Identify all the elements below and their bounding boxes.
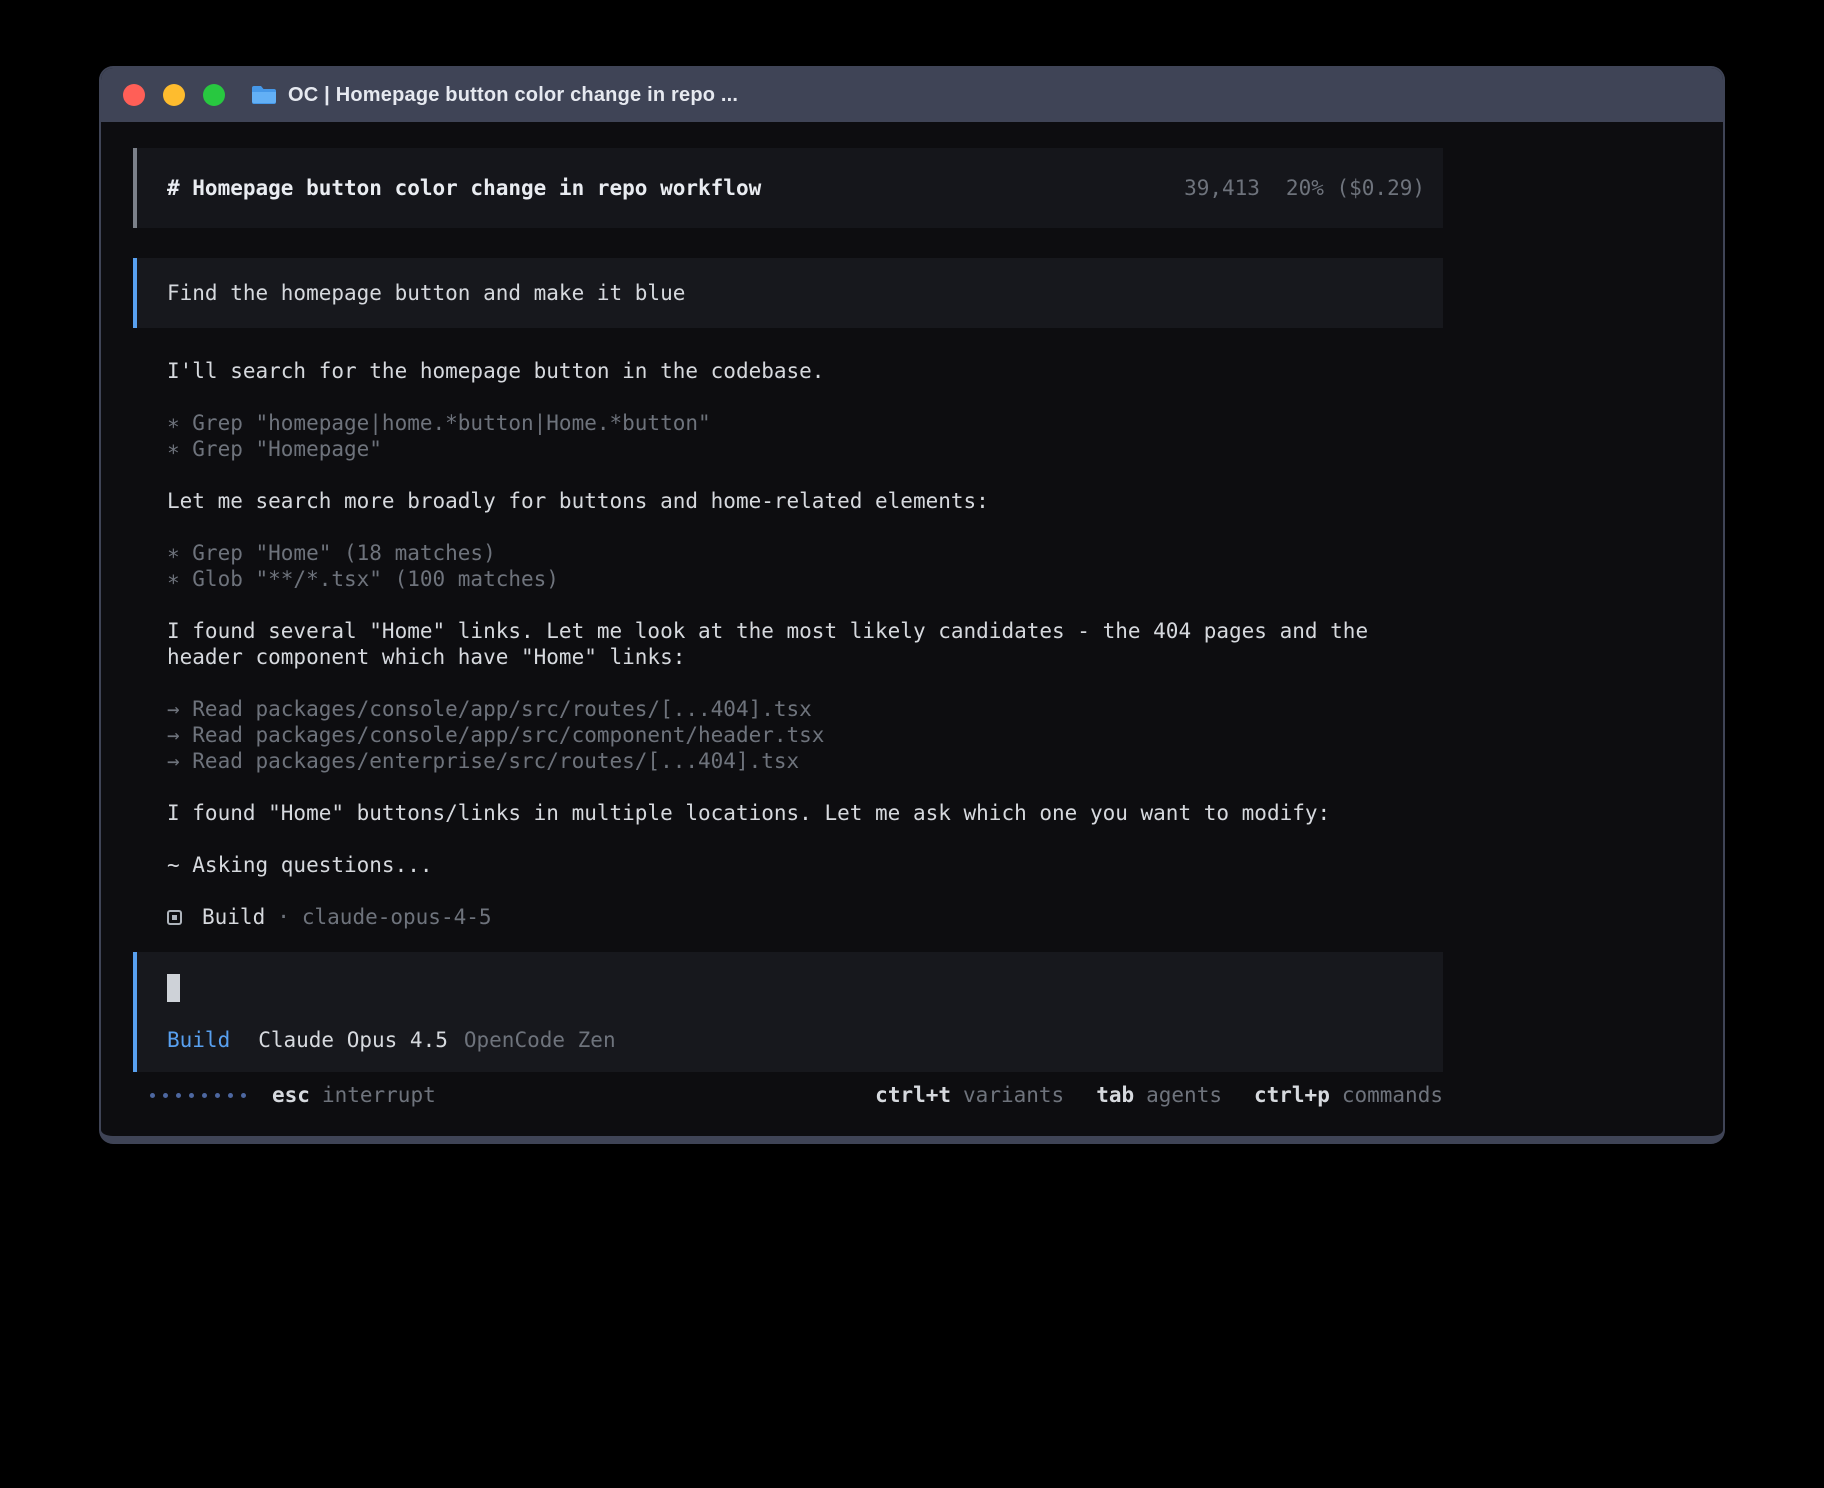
spinner-dot xyxy=(241,1093,246,1098)
spinner-dot xyxy=(215,1093,220,1098)
input-agent-label[interactable]: Build xyxy=(167,1027,230,1053)
tool-call: → Read packages/console/app/src/routes/[… xyxy=(167,696,1443,722)
user-message: Find the homepage button and make it blu… xyxy=(133,258,1443,328)
key-ctrl-t: ctrl+t xyxy=(875,1083,951,1107)
tool-call: → Read packages/enterprise/src/routes/[.… xyxy=(167,748,1443,774)
text-cursor xyxy=(167,974,180,1002)
agent-name: Build xyxy=(202,904,265,930)
assistant-message: I found "Home" buttons/links in multiple… xyxy=(167,800,1443,826)
assistant-text: I found "Home" buttons/links in multiple… xyxy=(167,800,1443,826)
agent-square-icon xyxy=(167,910,182,925)
spinner-dot xyxy=(228,1093,233,1098)
minimize-button[interactable] xyxy=(163,84,185,106)
close-button[interactable] xyxy=(123,84,145,106)
token-count: 39,413 xyxy=(1184,176,1260,200)
right-hints: ctrl+t variants tab agents ctrl+p comman… xyxy=(875,1083,1443,1107)
hint-interrupt: esc interrupt xyxy=(272,1083,436,1107)
spinner-dot xyxy=(150,1093,155,1098)
tool-call-group: → Read packages/console/app/src/routes/[… xyxy=(167,696,1443,774)
tool-call-group: ∗ Grep "homepage|home.*button|Home.*butt… xyxy=(167,410,1443,462)
assistant-text: Let me search more broadly for buttons a… xyxy=(167,488,1443,514)
terminal-window: OC | Homepage button color change in rep… xyxy=(99,66,1725,1144)
spinner-dot xyxy=(163,1093,168,1098)
spinner-dot xyxy=(189,1093,194,1098)
user-message-text: Find the homepage button and make it blu… xyxy=(167,281,685,305)
input-status-row: Build Claude Opus 4.5 OpenCode Zen xyxy=(167,1027,1413,1053)
zoom-button[interactable] xyxy=(203,84,225,106)
tool-call-group: ∗ Grep "Home" (18 matches) ∗ Glob "**/*.… xyxy=(167,540,1443,592)
tool-call: ∗ Grep "Homepage" xyxy=(167,436,1443,462)
assistant-message: I found several "Home" links. Let me loo… xyxy=(167,618,1443,670)
separator-dot: · xyxy=(277,904,290,930)
folder-icon xyxy=(251,85,277,105)
key-esc: esc xyxy=(272,1083,310,1107)
tool-call: ∗ Grep "Home" (18 matches) xyxy=(167,540,1443,566)
spinner-dot xyxy=(202,1093,207,1098)
tool-call: → Read packages/console/app/src/componen… xyxy=(167,722,1443,748)
assistant-text: I found several "Home" links. Let me loo… xyxy=(167,618,1443,670)
input-model-label: Claude Opus 4.5 xyxy=(258,1027,448,1053)
hint-agents: tab agents xyxy=(1096,1083,1222,1107)
tool-call: ∗ Glob "**/*.tsx" (100 matches) xyxy=(167,566,1443,592)
desktop-background: OC | Homepage button color change in rep… xyxy=(0,0,1824,1488)
assistant-message: Let me search more broadly for buttons a… xyxy=(167,488,1443,514)
context-usage: 20% ($0.29) xyxy=(1286,176,1425,200)
session-header: # Homepage button color change in repo w… xyxy=(133,148,1443,228)
assistant-message: I'll search for the homepage button in t… xyxy=(167,358,1443,384)
session-stats: 39,413 20% ($0.29) xyxy=(1184,176,1425,200)
key-tab: tab xyxy=(1096,1083,1134,1107)
hint-label: variants xyxy=(963,1083,1064,1107)
terminal-content: # Homepage button color change in repo w… xyxy=(101,122,1723,1108)
titlebar[interactable]: OC | Homepage button color change in rep… xyxy=(101,68,1723,122)
input-provider-label: OpenCode Zen xyxy=(464,1027,616,1053)
model-name: claude-opus-4-5 xyxy=(302,904,492,930)
hint-label: agents xyxy=(1146,1083,1222,1107)
hint-label: commands xyxy=(1342,1083,1443,1107)
key-ctrl-p: ctrl+p xyxy=(1254,1083,1330,1107)
hint-label: interrupt xyxy=(322,1083,436,1107)
message-input[interactable]: Build Claude Opus 4.5 OpenCode Zen xyxy=(133,952,1443,1072)
hint-commands: ctrl+p commands xyxy=(1254,1083,1443,1107)
session-title: # Homepage button color change in repo w… xyxy=(167,176,761,200)
spinner-dot xyxy=(176,1093,181,1098)
assistant-text: I'll search for the homepage button in t… xyxy=(167,358,1443,384)
transcript: I'll search for the homepage button in t… xyxy=(167,358,1443,930)
window-title: OC | Homepage button color change in rep… xyxy=(288,84,738,107)
status-bar: esc interrupt ctrl+t variants tab agents… xyxy=(133,1082,1443,1108)
agent-status-row: Build · claude-opus-4-5 xyxy=(167,904,1443,930)
assistant-status-message: ~ Asking questions... xyxy=(167,852,1443,878)
hint-variants: ctrl+t variants xyxy=(875,1083,1064,1107)
tool-call: ∗ Grep "homepage|home.*button|Home.*butt… xyxy=(167,410,1443,436)
spinner xyxy=(150,1093,246,1098)
traffic-lights xyxy=(123,84,225,106)
assistant-text: ~ Asking questions... xyxy=(167,852,1443,878)
